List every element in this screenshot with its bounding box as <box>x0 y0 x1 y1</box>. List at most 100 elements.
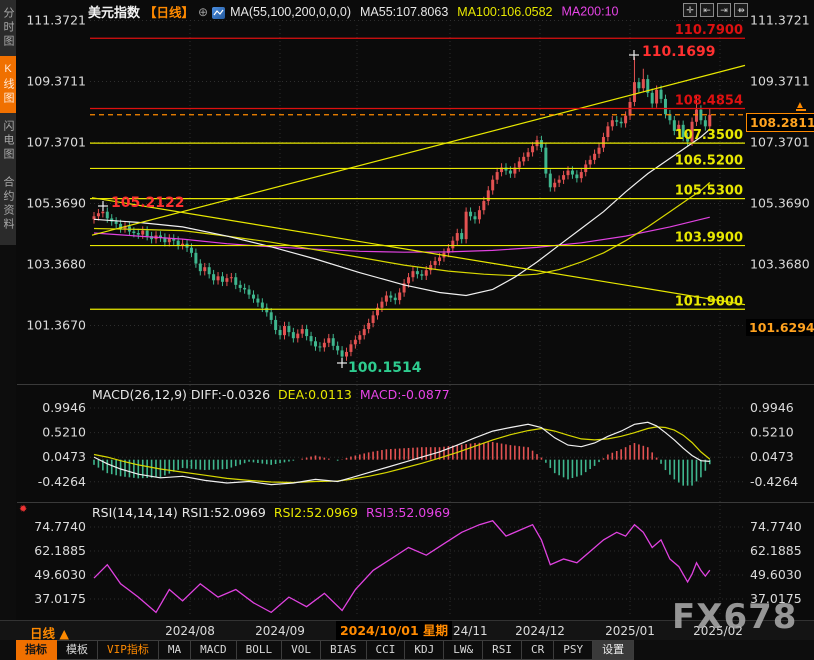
svg-text:49.6030: 49.6030 <box>750 567 802 582</box>
sidebar-tabs: 分时图K线图闪电图合约资料 <box>0 0 16 245</box>
rsi2-value: RSI2:52.0969 <box>274 505 358 520</box>
moving-averages <box>94 129 710 295</box>
rsi1-value: RSI(14,14,14) RSI1:52.0969 <box>92 505 266 520</box>
sidebar-tab-1[interactable]: 分时图 <box>0 0 16 56</box>
chart-header: 美元指数【日线】 ⊕ MA(55,100,200,0,0,0) MA55:107.80… <box>88 2 618 20</box>
svg-text:110.1699: 110.1699 <box>642 44 716 60</box>
shift-out-icon[interactable]: ⇻ <box>734 3 748 17</box>
svg-text:105.2122: 105.2122 <box>111 195 185 211</box>
rsi-alert-icon: ✹ <box>19 504 27 515</box>
svg-text:62.1885: 62.1885 <box>750 543 802 558</box>
rsi3-value: RSI3:52.0969 <box>366 505 450 520</box>
svg-text:105.3690: 105.3690 <box>26 196 86 211</box>
toolbar-item-CR[interactable]: CR <box>522 640 554 660</box>
gridlines <box>17 21 814 617</box>
chart-window: 110.7900 108.4854 107.3500 106.5200 105.5300… <box>0 0 814 660</box>
date-label: 2024/12 <box>515 624 565 638</box>
svg-text:101.3670: 101.3670 <box>26 318 86 333</box>
toolbar-item-MA[interactable]: MA <box>159 640 191 660</box>
svg-text:103.3680: 103.3680 <box>26 257 86 272</box>
annotations: 110.1699 105.2122 100.1514 <box>98 44 716 376</box>
svg-text:74.7740: 74.7740 <box>750 519 802 534</box>
toolbar-item-设置[interactable]: 设置 <box>593 640 634 660</box>
toolbar-item-BOLL[interactable]: BOLL <box>237 640 283 660</box>
price-levels[interactable]: 110.7900 108.4854 107.3500 106.5200 105.5300… <box>90 23 745 309</box>
toolbar-item-CCI[interactable]: CCI <box>367 640 406 660</box>
svg-text:-0.4264: -0.4264 <box>750 474 798 489</box>
svg-text:37.0175: 37.0175 <box>34 591 86 606</box>
svg-text:107.3701: 107.3701 <box>26 135 86 150</box>
toolbar-item-PSY[interactable]: PSY <box>554 640 593 660</box>
svg-text:0.0473: 0.0473 <box>42 449 86 464</box>
svg-text:0.0473: 0.0473 <box>750 449 794 464</box>
macd-diff-value: MACD(26,12,9) DIFF:-0.0326 <box>92 387 270 402</box>
svg-text:103.9900: 103.9900 <box>675 231 743 246</box>
chart-badge-icon <box>212 7 225 19</box>
svg-text:74.7740: 74.7740 <box>34 519 86 534</box>
svg-text:105.5300: 105.5300 <box>675 184 743 199</box>
current-price-box: 108.2811 <box>746 113 814 132</box>
svg-text:107.3500: 107.3500 <box>675 128 743 143</box>
rsi-header: RSI(14,14,14) RSI1:52.0969 RSI2:52.0969 … <box>92 505 450 520</box>
sidebar-tab-3[interactable]: 闪电图 <box>0 113 16 169</box>
shift-right-icon[interactable]: ⇥ <box>717 3 731 17</box>
toolbar-item-指标[interactable]: 指标 <box>16 640 57 660</box>
add-icon[interactable]: ⊕ <box>198 5 208 19</box>
period-tag[interactable]: 【日线】 <box>144 6 194 20</box>
date-tooltip: 2024/10/01 星期二 <box>336 621 452 641</box>
symbol-title: 美元指数 <box>88 5 140 20</box>
svg-text:100.1514: 100.1514 <box>348 360 422 376</box>
ma55-value: MA55:107.8063 <box>360 5 448 19</box>
low-price-box: 101.6294 <box>746 319 814 336</box>
rsi-panel <box>94 521 710 613</box>
svg-text:109.3711: 109.3711 <box>26 74 86 89</box>
svg-text:103.3680: 103.3680 <box>750 257 810 272</box>
ma100-value: MA100:106.0582 <box>457 5 552 19</box>
svg-text:0.5210: 0.5210 <box>750 425 794 440</box>
toolbar-item-VIP指标[interactable]: VIP指标 <box>98 640 159 660</box>
move-tool-icon[interactable]: ✛ <box>683 3 697 17</box>
toolbar-item-模板[interactable]: 模板 <box>57 640 98 660</box>
sidebar: 分时图K线图闪电图合约资料 <box>0 0 16 620</box>
candles <box>93 57 712 362</box>
date-label: 2024/09 <box>255 624 305 638</box>
svg-text:0.9946: 0.9946 <box>750 400 794 415</box>
macd-dea-value: DEA:0.0113 <box>278 387 352 402</box>
macd-panel <box>94 422 710 485</box>
sidebar-tab-2[interactable]: K线图 <box>0 56 16 113</box>
svg-text:109.3711: 109.3711 <box>750 74 810 89</box>
svg-text:111.3721: 111.3721 <box>750 13 810 28</box>
toolbar-item-BIAS[interactable]: BIAS <box>321 640 367 660</box>
sidebar-tab-4[interactable]: 合约资料 <box>0 169 16 239</box>
svg-text:108.4854: 108.4854 <box>675 94 743 109</box>
svg-text:49.6030: 49.6030 <box>34 567 86 582</box>
toolbar-item-VOL[interactable]: VOL <box>282 640 321 660</box>
price-up-arrow-icon: ▲ <box>795 101 806 111</box>
shift-left-icon[interactable]: ⇤ <box>700 3 714 17</box>
indicator-toolbar: 指标模板VIP指标MAMACDBOLLVOLBIASCCIKDJLW&RSICR… <box>0 640 814 660</box>
ma200-value: MA200:10 <box>562 5 619 19</box>
watermark: FX678 <box>672 597 797 637</box>
svg-text:111.3721: 111.3721 <box>26 13 86 28</box>
svg-text:0.5210: 0.5210 <box>42 425 86 440</box>
svg-text:106.5200: 106.5200 <box>675 153 743 168</box>
chart-canvas: 110.7900 108.4854 107.3500 106.5200 105.5300… <box>0 0 814 660</box>
svg-text:110.7900: 110.7900 <box>675 23 743 38</box>
toolbar-item-KDJ[interactable]: KDJ <box>405 640 444 660</box>
macd-header: MACD(26,12,9) DIFF:-0.0326 DEA:0.0113 MA… <box>92 387 450 402</box>
toolbar-item-MACD[interactable]: MACD <box>191 640 237 660</box>
date-label: 24/11 <box>453 624 488 638</box>
svg-text:105.3690: 105.3690 <box>750 196 810 211</box>
macd-macd-value: MACD:-0.0877 <box>360 387 450 402</box>
svg-text:62.1885: 62.1885 <box>34 543 86 558</box>
svg-text:-0.4264: -0.4264 <box>38 474 86 489</box>
ma-settings-label: MA(55,100,200,0,0,0) <box>230 5 351 19</box>
toolbar-item-RSI[interactable]: RSI <box>483 640 522 660</box>
svg-text:0.9946: 0.9946 <box>42 400 86 415</box>
svg-text:107.3701: 107.3701 <box>750 135 810 150</box>
header-toolbar: ✛⇤⇥⇻ <box>683 3 748 17</box>
toolbar-item-LW&[interactable]: LW& <box>444 640 483 660</box>
svg-text:101.9000: 101.9000 <box>675 294 743 309</box>
trendlines[interactable] <box>92 65 745 304</box>
date-label: 2025/01 <box>605 624 655 638</box>
